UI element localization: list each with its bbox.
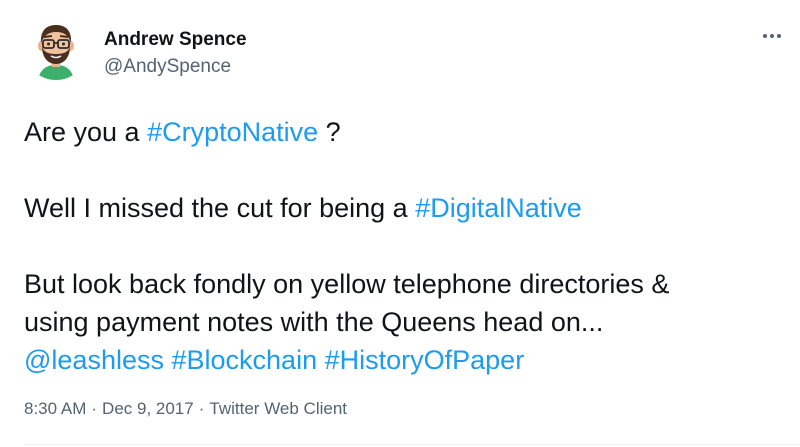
- text-segment: ?: [318, 117, 341, 147]
- text-segment: Are you a: [24, 117, 148, 147]
- tweet-time[interactable]: 8:30 AM: [24, 399, 86, 418]
- more-options-icon[interactable]: [754, 26, 790, 46]
- tweet-line-1: Are you a #CryptoNative ?: [24, 113, 784, 151]
- tweet-line-4: using payment notes with the Queens head…: [24, 307, 604, 337]
- tweet-line-3: But look back fondly on yellow telephone…: [24, 269, 670, 299]
- avatar[interactable]: [24, 16, 88, 80]
- more-dot: [777, 34, 781, 38]
- tweet-client[interactable]: Twitter Web Client: [209, 399, 347, 418]
- hashtag-link[interactable]: #Blockchain: [172, 345, 318, 375]
- tweet-date[interactable]: Dec 9, 2017: [102, 399, 194, 418]
- more-dot: [770, 34, 774, 38]
- hashtag-link[interactable]: #CryptoNative: [147, 117, 318, 147]
- author-display-name[interactable]: Andrew Spence: [104, 28, 247, 52]
- author-handle[interactable]: @AndySpence: [104, 55, 231, 79]
- tweet-metadata: 8:30 AM · Dec 9, 2017 · Twitter Web Client: [24, 398, 347, 420]
- avatar-illustration: [24, 16, 88, 80]
- hashtag-link[interactable]: #DigitalNative: [415, 193, 582, 223]
- tweet-card: Andrew Spence @AndySpence Are you a #Cry…: [0, 0, 800, 447]
- divider: [24, 444, 800, 445]
- more-dot: [763, 34, 767, 38]
- mention-link[interactable]: @leashless: [24, 345, 164, 375]
- tweet-line-2: Well I missed the cut for being a #Digit…: [24, 189, 784, 227]
- meta-separator: ·: [198, 399, 205, 418]
- text-segment: Well I missed the cut for being a: [24, 193, 416, 223]
- tweet-line-5: @leashless #Blockchain #HistoryOfPaper: [24, 341, 784, 379]
- hashtag-link[interactable]: #HistoryOfPaper: [325, 345, 525, 375]
- tweet-text: Are you a #CryptoNative ? Well I missed …: [24, 113, 784, 379]
- meta-separator: ·: [91, 399, 98, 418]
